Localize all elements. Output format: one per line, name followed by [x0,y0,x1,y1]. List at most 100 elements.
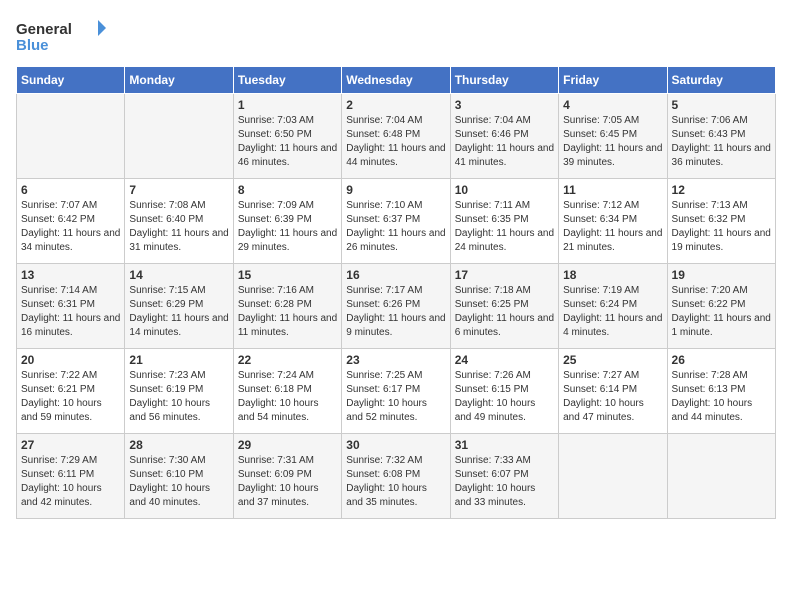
calendar-cell: 19Sunrise: 7:20 AMSunset: 6:22 PMDayligh… [667,264,775,349]
calendar-cell: 15Sunrise: 7:16 AMSunset: 6:28 PMDayligh… [233,264,341,349]
cell-info: Sunrise: 7:28 AMSunset: 6:13 PMDaylight:… [672,369,771,425]
calendar-cell: 1 Sunrise: 7:03 AMSunset: 6:50 PMDaylight… [233,94,341,179]
calendar-cell [667,434,775,519]
calendar-cell: 10Sunrise: 7:11 AMSunset: 6:35 PMDayligh… [450,179,558,264]
date-number: 22 [238,353,337,367]
cell-info: Sunrise: 7:18 AMSunset: 6:25 PMDaylight:… [455,284,554,340]
calendar-cell: 26 Sunrise: 7:28 AMSunset: 6:13 PMDayligh… [667,349,775,434]
date-number: 27 [21,438,120,452]
calendar-cell: 24 Sunrise: 7:26 AMSunset: 6:15 PMDayligh… [450,349,558,434]
calendar-body: 1 Sunrise: 7:03 AMSunset: 6:50 PMDaylight… [17,94,776,519]
calendar-week-5: 27 Sunrise: 7:29 AMSunset: 6:11 PMDayligh… [17,434,776,519]
date-number: 17 [455,268,554,282]
calendar-cell: 8 Sunrise: 7:09 AMSunset: 6:39 PMDaylight… [233,179,341,264]
cell-info: Sunrise: 7:05 AMSunset: 6:45 PMDaylight:… [563,114,662,170]
cell-info: Sunrise: 7:10 AMSunset: 6:37 PMDaylight:… [346,199,445,255]
date-number: 24 [455,353,554,367]
date-number: 16 [346,268,445,282]
date-number: 25 [563,353,662,367]
date-number: 15 [238,268,337,282]
weekday-header-thursday: Thursday [450,67,558,94]
logo-svg: General Blue [16,16,106,58]
svg-text:Blue: Blue [16,37,49,54]
calendar-cell: 20 Sunrise: 7:22 AMSunset: 6:21 PMDayligh… [17,349,125,434]
cell-info: Sunrise: 7:29 AMSunset: 6:11 PMDaylight:… [21,454,120,510]
calendar-header: SundayMondayTuesdayWednesdayThursdayFrid… [17,67,776,94]
date-number: 23 [346,353,445,367]
date-number: 26 [672,353,771,367]
calendar-cell: 13Sunrise: 7:14 AMSunset: 6:31 PMDayligh… [17,264,125,349]
calendar-cell [559,434,667,519]
date-number: 7 [129,183,228,197]
date-number: 12 [672,183,771,197]
cell-info: Sunrise: 7:31 AMSunset: 6:09 PMDaylight:… [238,454,337,510]
date-number: 2 [346,98,445,112]
date-number: 30 [346,438,445,452]
cell-info: Sunrise: 7:26 AMSunset: 6:15 PMDaylight:… [455,369,554,425]
date-number: 14 [129,268,228,282]
cell-info: Sunrise: 7:24 AMSunset: 6:18 PMDaylight:… [238,369,337,425]
cell-info: Sunrise: 7:23 AMSunset: 6:19 PMDaylight:… [129,369,228,425]
cell-info: Sunrise: 7:03 AMSunset: 6:50 PMDaylight:… [238,114,337,170]
date-number: 10 [455,183,554,197]
calendar-cell: 28 Sunrise: 7:30 AMSunset: 6:10 PMDayligh… [125,434,233,519]
calendar-cell: 9 Sunrise: 7:10 AMSunset: 6:37 PMDaylight… [342,179,450,264]
calendar-cell: 7 Sunrise: 7:08 AMSunset: 6:40 PMDaylight… [125,179,233,264]
calendar-cell: 27 Sunrise: 7:29 AMSunset: 6:11 PMDayligh… [17,434,125,519]
calendar-week-1: 1 Sunrise: 7:03 AMSunset: 6:50 PMDaylight… [17,94,776,179]
calendar-cell: 30 Sunrise: 7:32 AMSunset: 6:08 PMDayligh… [342,434,450,519]
calendar-week-4: 20 Sunrise: 7:22 AMSunset: 6:21 PMDayligh… [17,349,776,434]
cell-info: Sunrise: 7:30 AMSunset: 6:10 PMDaylight:… [129,454,228,510]
calendar-cell [125,94,233,179]
logo: General Blue [16,16,106,58]
calendar-cell: 31 Sunrise: 7:33 AMSunset: 6:07 PMDayligh… [450,434,558,519]
weekday-header-tuesday: Tuesday [233,67,341,94]
calendar-cell: 14 Sunrise: 7:15 AMSunset: 6:29 PMDayligh… [125,264,233,349]
date-number: 28 [129,438,228,452]
cell-info: Sunrise: 7:08 AMSunset: 6:40 PMDaylight:… [129,199,228,255]
calendar-cell: 11 Sunrise: 7:12 AMSunset: 6:34 PMDayligh… [559,179,667,264]
date-number: 5 [672,98,771,112]
cell-info: Sunrise: 7:09 AMSunset: 6:39 PMDaylight:… [238,199,337,255]
calendar-cell: 3Sunrise: 7:04 AMSunset: 6:46 PMDaylight… [450,94,558,179]
date-number: 18 [563,268,662,282]
cell-info: Sunrise: 7:07 AMSunset: 6:42 PMDaylight:… [21,199,120,255]
cell-info: Sunrise: 7:32 AMSunset: 6:08 PMDaylight:… [346,454,445,510]
calendar-cell: 4Sunrise: 7:05 AMSunset: 6:45 PMDaylight… [559,94,667,179]
calendar-cell: 21 Sunrise: 7:23 AMSunset: 6:19 PMDayligh… [125,349,233,434]
cell-info: Sunrise: 7:04 AMSunset: 6:46 PMDaylight:… [455,114,554,170]
cell-info: Sunrise: 7:04 AMSunset: 6:48 PMDaylight:… [346,114,445,170]
calendar-week-3: 13Sunrise: 7:14 AMSunset: 6:31 PMDayligh… [17,264,776,349]
cell-info: Sunrise: 7:33 AMSunset: 6:07 PMDaylight:… [455,454,554,510]
calendar-cell: 12 Sunrise: 7:13 AMSunset: 6:32 PMDayligh… [667,179,775,264]
cell-info: Sunrise: 7:14 AMSunset: 6:31 PMDaylight:… [21,284,120,340]
cell-info: Sunrise: 7:15 AMSunset: 6:29 PMDaylight:… [129,284,228,340]
date-number: 9 [346,183,445,197]
cell-info: Sunrise: 7:17 AMSunset: 6:26 PMDaylight:… [346,284,445,340]
weekday-row: SundayMondayTuesdayWednesdayThursdayFrid… [17,67,776,94]
date-number: 21 [129,353,228,367]
date-number: 11 [563,183,662,197]
weekday-header-saturday: Saturday [667,67,775,94]
cell-info: Sunrise: 7:06 AMSunset: 6:43 PMDaylight:… [672,114,771,170]
date-number: 1 [238,98,337,112]
calendar-cell: 23 Sunrise: 7:25 AMSunset: 6:17 PMDayligh… [342,349,450,434]
cell-info: Sunrise: 7:22 AMSunset: 6:21 PMDaylight:… [21,369,120,425]
cell-info: Sunrise: 7:13 AMSunset: 6:32 PMDaylight:… [672,199,771,255]
date-number: 6 [21,183,120,197]
cell-info: Sunrise: 7:19 AMSunset: 6:24 PMDaylight:… [563,284,662,340]
cell-info: Sunrise: 7:12 AMSunset: 6:34 PMDaylight:… [563,199,662,255]
calendar-table: SundayMondayTuesdayWednesdayThursdayFrid… [16,66,776,519]
calendar-cell: 25 Sunrise: 7:27 AMSunset: 6:14 PMDayligh… [559,349,667,434]
date-number: 8 [238,183,337,197]
date-number: 29 [238,438,337,452]
svg-text:General: General [16,21,72,38]
cell-info: Sunrise: 7:27 AMSunset: 6:14 PMDaylight:… [563,369,662,425]
date-number: 31 [455,438,554,452]
date-number: 20 [21,353,120,367]
date-number: 19 [672,268,771,282]
cell-info: Sunrise: 7:25 AMSunset: 6:17 PMDaylight:… [346,369,445,425]
calendar-cell: 18 Sunrise: 7:19 AMSunset: 6:24 PMDayligh… [559,264,667,349]
weekday-header-monday: Monday [125,67,233,94]
calendar-cell: 17 Sunrise: 7:18 AMSunset: 6:25 PMDayligh… [450,264,558,349]
